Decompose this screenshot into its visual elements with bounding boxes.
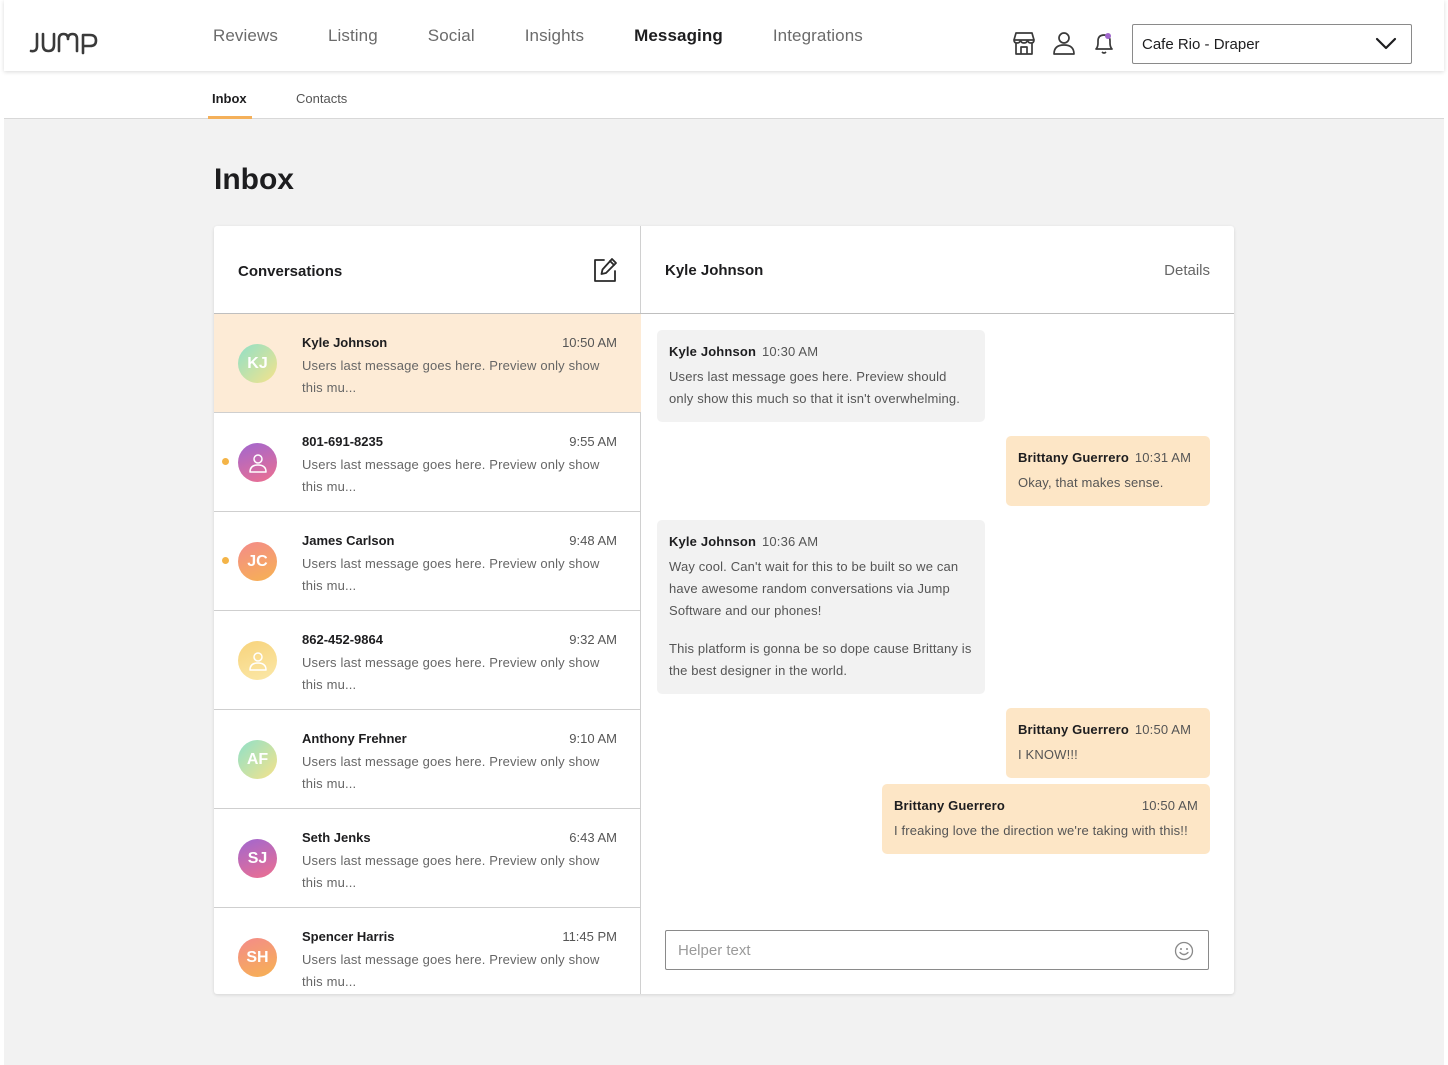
- conversation-item[interactable]: SJ Seth Jenks 6:43 AM Users last message…: [214, 809, 641, 908]
- nav-reviews[interactable]: Reviews: [213, 26, 278, 46]
- location-select[interactable]: Cafe Rio - Draper: [1132, 24, 1412, 64]
- conversation-preview: Users last message goes here. Preview on…: [302, 952, 600, 989]
- message-sender: Brittany Guerrero: [1018, 722, 1129, 737]
- conversation-name: Kyle Johnson: [302, 335, 388, 350]
- message-sender: Brittany Guerrero: [1018, 450, 1129, 465]
- tab-contacts[interactable]: Contacts: [296, 91, 347, 106]
- page-title: Inbox: [214, 163, 294, 196]
- conversation-time: 9:48 AM: [569, 533, 617, 548]
- conversation-time: 6:43 AM: [569, 830, 617, 845]
- conversation-item[interactable]: AF Anthony Frehner 9:10 AM Users last me…: [214, 710, 641, 809]
- conversations-panel: Conversations KJ Kyle Johnson 10:50 AM U…: [214, 226, 641, 994]
- conversation-name: Spencer Harris: [302, 929, 395, 944]
- messaging-card: Conversations KJ Kyle Johnson 10:50 AM U…: [214, 226, 1234, 994]
- message-text: Okay, that makes sense.: [1018, 475, 1164, 490]
- nav-insights[interactable]: Insights: [525, 26, 584, 46]
- conversation-item[interactable]: SH Spencer Harris 11:45 PM Users last me…: [214, 908, 641, 994]
- nav-integrations[interactable]: Integrations: [773, 26, 863, 46]
- location-select-value: Cafe Rio - Draper: [1142, 36, 1260, 53]
- conversations-title: Conversations: [238, 263, 343, 280]
- chat-header: Kyle Johnson Details: [641, 226, 1234, 314]
- conversation-time: 9:10 AM: [569, 731, 617, 746]
- message-input[interactable]: [666, 931, 1166, 969]
- message-time: 10:31 AM: [1134, 450, 1192, 465]
- compose-icon[interactable]: [592, 257, 618, 283]
- message-sender: Kyle Johnson: [669, 344, 757, 359]
- conversation-time: 9:55 AM: [569, 434, 617, 449]
- conversation-item[interactable]: 801-691-8235 9:55 AM Users last message …: [214, 413, 641, 512]
- conversation-item[interactable]: 862-452-9864 9:32 AM Users last message …: [214, 611, 641, 710]
- message-bubble-incoming: Kyle Johnson 10:30 AM Users last message …: [657, 330, 985, 422]
- chat-panel: Kyle Johnson Details Kyle Johnson 10:30 A…: [641, 226, 1234, 994]
- bell-icon[interactable]: [1091, 30, 1117, 56]
- active-tab-indicator: [208, 116, 252, 119]
- conversation-preview: Users last message goes here. Preview on…: [302, 556, 600, 593]
- message-time: 10:50 AM: [1141, 798, 1198, 813]
- main-nav: Reviews Listing Social Insights Messagin…: [213, 0, 913, 71]
- nav-messaging[interactable]: Messaging: [634, 26, 723, 46]
- avatar-initials: KJ: [247, 354, 268, 372]
- avatar-initials: SH: [246, 948, 269, 966]
- message-bubble-outgoing: Brittany Guerrero 10:50 AM I KNOW!!!: [1006, 708, 1210, 778]
- conversation-preview: Users last message goes here. Preview on…: [302, 754, 600, 791]
- avatar: JC: [238, 542, 277, 581]
- message-bubble-incoming: Kyle Johnson 10:36 AM Way cool. Can't wai…: [657, 520, 985, 694]
- avatar-initials: AF: [246, 750, 269, 768]
- top-navigation-bar: Reviews Listing Social Insights Messagin…: [4, 0, 1444, 71]
- conversation-time: 10:50 AM: [562, 335, 617, 350]
- conversation-preview: Users last message goes here. Preview on…: [302, 358, 600, 395]
- message-bubble-outgoing: Brittany Guerrero 10:31 AM Okay, that mak…: [1006, 436, 1210, 506]
- conversations-header: Conversations: [214, 226, 641, 314]
- conversation-time: 11:45 PM: [562, 929, 617, 944]
- conversation-name: James Carlson: [302, 533, 395, 548]
- unread-indicator: [222, 557, 229, 564]
- conversation-name: Seth Jenks: [302, 830, 371, 845]
- message-bubble-outgoing: Brittany Guerrero 10:50 AM I freaking lov…: [882, 784, 1210, 854]
- chat-contact-name: Kyle Johnson: [665, 262, 764, 279]
- message-text: I KNOW!!!: [1018, 747, 1078, 762]
- conversation-name: 801-691-8235: [302, 434, 383, 449]
- message-text: This platform is gonna be so dope cause …: [669, 641, 972, 678]
- person-icon: [248, 651, 267, 671]
- conversation-item[interactable]: JC James Carlson 9:48 AM Users last mess…: [214, 512, 641, 611]
- message-time: 10:50 AM: [1134, 722, 1192, 737]
- chevron-down-icon: [1375, 37, 1397, 50]
- avatar: [238, 443, 277, 482]
- sub-navigation: Inbox Contacts: [4, 71, 1444, 119]
- person-icon: [248, 453, 267, 473]
- message-time: 10:30 AM: [762, 344, 819, 359]
- nav-listing[interactable]: Listing: [328, 26, 378, 46]
- avatar: AF: [238, 740, 277, 779]
- conversation-name: Anthony Frehner: [302, 731, 407, 746]
- store-icon[interactable]: [1011, 30, 1037, 56]
- conversation-time: 9:32 AM: [569, 632, 617, 647]
- tab-inbox[interactable]: Inbox: [212, 91, 247, 106]
- message-text: I freaking love the direction we're taki…: [894, 823, 1188, 838]
- avatar-initials: SJ: [247, 849, 268, 867]
- app-window: Reviews Listing Social Insights Messagin…: [4, 0, 1444, 1065]
- unread-indicator: [222, 458, 229, 465]
- conversation-name: 862-452-9864: [302, 632, 383, 647]
- conversation-preview: Users last message goes here. Preview on…: [302, 655, 600, 692]
- details-link[interactable]: Details: [1164, 262, 1210, 279]
- user-icon[interactable]: [1051, 30, 1077, 56]
- jump-logo[interactable]: [28, 30, 108, 56]
- conversation-item[interactable]: KJ Kyle Johnson 10:50 AM Users last mess…: [214, 314, 641, 413]
- avatar: [238, 641, 277, 680]
- message-time: 10:36 AM: [762, 534, 819, 549]
- conversation-preview: Users last message goes here. Preview on…: [302, 853, 600, 890]
- message-text: Way cool. Can't wait for this to be buil…: [669, 559, 959, 618]
- message-sender: Kyle Johnson: [669, 534, 757, 549]
- message-sender: Brittany Guerrero: [894, 798, 1005, 813]
- message-text: Users last message goes here. Preview sh…: [669, 369, 961, 406]
- nav-social[interactable]: Social: [428, 26, 475, 46]
- avatar: KJ: [238, 344, 277, 383]
- message-composer: [665, 930, 1209, 970]
- avatar-initials: JC: [247, 552, 268, 570]
- avatar: SH: [238, 938, 277, 977]
- emoji-icon[interactable]: [1174, 941, 1194, 961]
- avatar: SJ: [238, 839, 277, 878]
- conversation-preview: Users last message goes here. Preview on…: [302, 457, 600, 494]
